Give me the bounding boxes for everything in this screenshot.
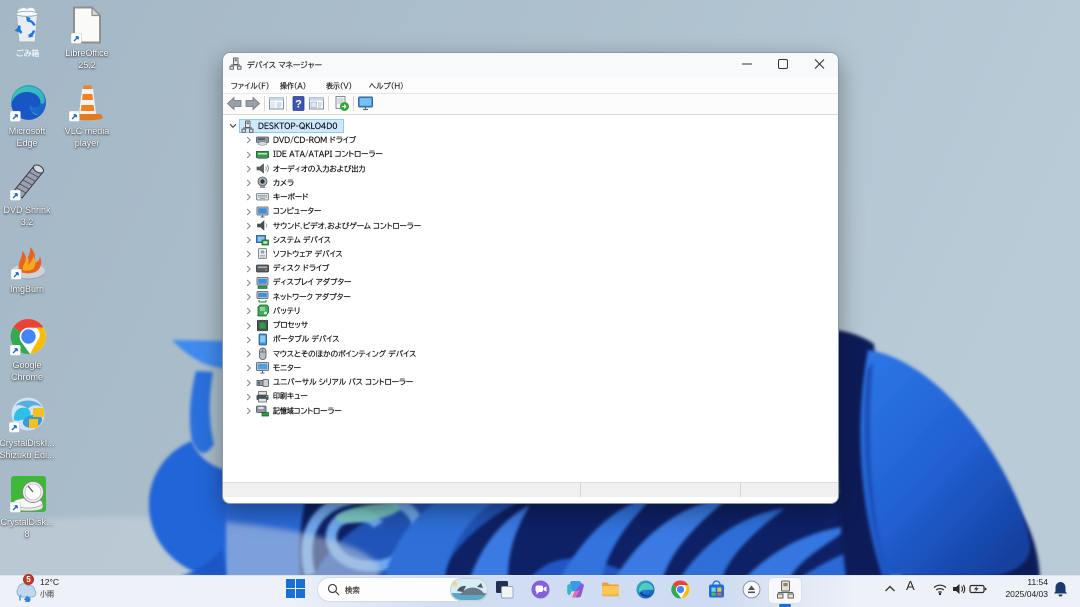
svg-text:?: ? [295,99,302,111]
